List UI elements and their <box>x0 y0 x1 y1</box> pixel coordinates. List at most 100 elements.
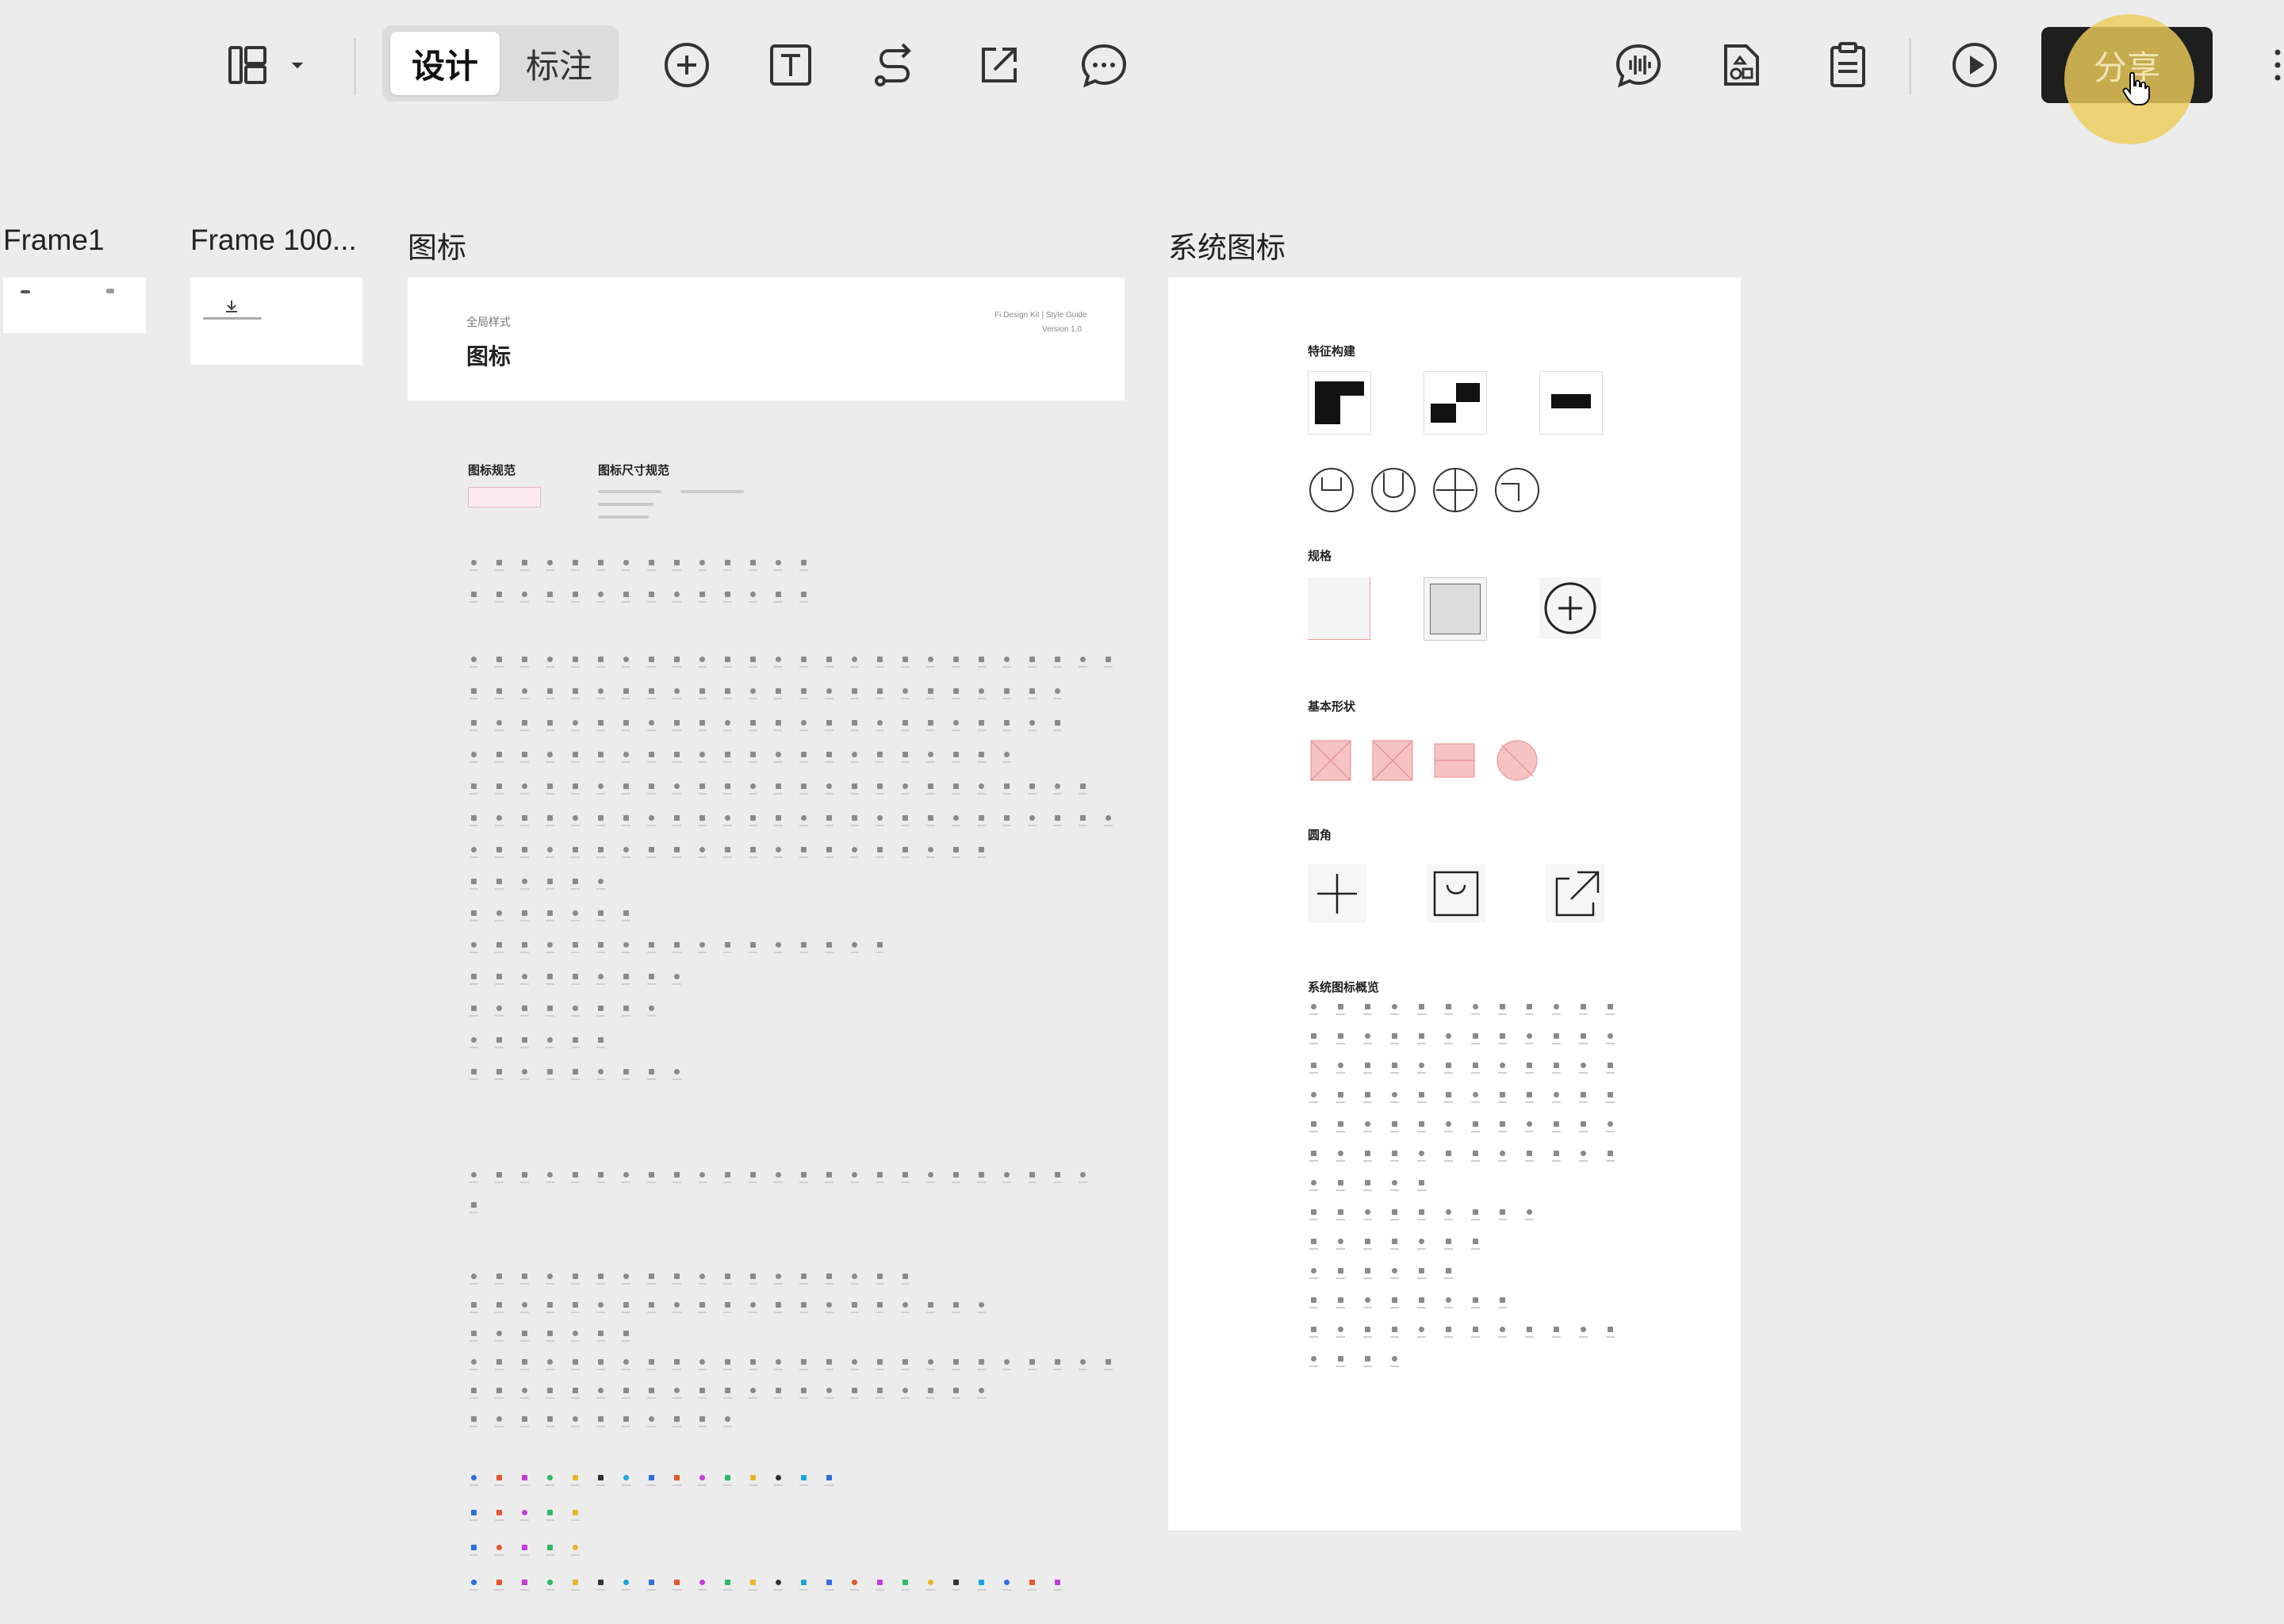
frame-thumbnail-frame100[interactable] <box>190 278 362 365</box>
mini-icon-caption <box>596 983 605 985</box>
mini-icon-caption <box>546 1589 554 1591</box>
mini-icon <box>750 1359 756 1365</box>
mini-icon <box>674 657 680 662</box>
mini-icon-caption <box>1336 1189 1345 1191</box>
mini-icon <box>1392 1356 1397 1362</box>
mini-icon-caption <box>469 569 478 571</box>
mini-icon <box>928 1172 933 1178</box>
mini-icon-caption <box>723 1397 732 1399</box>
mini-icon-caption <box>596 1182 605 1183</box>
mini-icon-caption <box>622 1484 630 1486</box>
mini-icon-caption <box>952 698 960 699</box>
assets-icon[interactable] <box>1710 32 1776 98</box>
mini-icon <box>649 1172 654 1178</box>
mini-icon <box>598 1475 604 1480</box>
mini-icon <box>801 560 807 565</box>
mini-icon <box>1338 1327 1343 1332</box>
mini-icon-caption <box>774 761 783 763</box>
mini-icon-caption <box>546 856 554 858</box>
connector-icon[interactable] <box>861 32 928 98</box>
frame-label-frame100[interactable]: Frame 100... <box>190 224 357 257</box>
icon-frame-body[interactable]: 图标规范 图标尺寸规范 <box>408 444 1125 1618</box>
text-tool-icon[interactable] <box>757 32 824 98</box>
mini-icon <box>471 1037 477 1043</box>
mini-icon-caption <box>1028 793 1037 795</box>
mini-icon-caption <box>1525 1160 1534 1162</box>
mini-icon-caption <box>825 761 834 763</box>
mini-icon <box>953 1388 959 1393</box>
frame-thumbnail-frame1[interactable] <box>3 278 146 333</box>
layout-panel-icon[interactable] <box>214 32 281 98</box>
voice-icon[interactable] <box>1605 32 1672 98</box>
mini-icon-caption <box>1552 1043 1561 1044</box>
comment-icon[interactable] <box>1071 32 1137 98</box>
mini-icon <box>902 815 908 821</box>
mini-icon <box>623 910 629 916</box>
mini-icon <box>1365 1063 1370 1068</box>
mini-icon <box>826 1475 832 1480</box>
mini-icon-caption <box>546 698 554 699</box>
frame-label-icons[interactable]: 图标 <box>408 224 466 266</box>
tab-annotate[interactable]: 标注 <box>506 32 612 95</box>
mini-icon-caption <box>1390 1336 1399 1338</box>
mini-icon <box>776 783 781 789</box>
mini-icon-caption <box>546 793 554 795</box>
mini-icon <box>725 1416 730 1422</box>
mini-icon <box>623 1416 629 1422</box>
mini-icon-caption <box>1552 1336 1561 1338</box>
mini-icon-caption <box>952 1397 960 1399</box>
share-button[interactable] <box>2041 27 2213 103</box>
icon-frame-header[interactable]: 全局样式 图标 Fi Design Kit | Style Guide Vers… <box>408 278 1125 400</box>
play-icon[interactable] <box>1941 32 2008 98</box>
mini-icon-caption <box>1606 1101 1615 1103</box>
mini-icon-caption <box>698 952 707 953</box>
mini-icon-caption <box>926 1312 935 1313</box>
mini-icon-caption <box>1363 1160 1372 1162</box>
mini-icon-caption <box>571 1397 580 1399</box>
mini-icon <box>1554 1151 1559 1156</box>
mini-icon <box>1004 1359 1010 1365</box>
chevron-down-icon[interactable] <box>274 32 321 98</box>
mini-icon-caption <box>749 569 757 571</box>
mini-icon-caption <box>571 825 580 826</box>
mini-icon-caption <box>1444 1013 1453 1015</box>
mini-icon-caption <box>698 569 707 571</box>
mini-icon-caption <box>1104 1369 1113 1370</box>
mini-icon <box>598 752 604 757</box>
more-menu-icon[interactable] <box>2268 48 2284 87</box>
mini-icon-caption <box>926 825 935 826</box>
mini-icon-caption <box>1336 1307 1345 1308</box>
frame-label-frame1[interactable]: Frame1 <box>3 224 104 257</box>
mini-icon-caption <box>520 601 529 603</box>
mini-icon-caption <box>825 1589 834 1591</box>
mini-icon <box>1500 1092 1505 1097</box>
tab-design[interactable]: 设计 <box>390 32 500 95</box>
mini-icon-caption <box>571 730 580 731</box>
add-circle-icon[interactable] <box>653 32 720 98</box>
mini-icon <box>522 974 527 979</box>
system-icons-frame[interactable]: 特征构建 规格 基本形状 圆角 系统图标概览 <box>1168 278 1741 1530</box>
mini-icon <box>1473 1004 1478 1009</box>
mini-icon-caption <box>495 569 504 571</box>
mini-icon-caption <box>1309 1013 1318 1015</box>
mini-icon-caption <box>1336 1043 1345 1044</box>
frame-label-system-icons[interactable]: 系统图标 <box>1168 224 1286 266</box>
export-icon[interactable] <box>966 32 1033 98</box>
mini-icon <box>1311 1180 1316 1185</box>
mini-icon <box>750 1274 756 1279</box>
mini-icon <box>623 1475 629 1480</box>
mini-icon <box>471 1005 477 1011</box>
mini-icon-caption <box>495 698 504 699</box>
mini-icon <box>1365 1092 1370 1097</box>
mini-icon <box>522 657 527 662</box>
mini-icon-caption <box>520 730 529 731</box>
mini-icon-caption <box>850 825 859 826</box>
mini-icon-caption <box>774 698 783 699</box>
mini-icon-caption <box>596 1426 605 1427</box>
mini-icon-caption <box>723 856 732 858</box>
mini-icon-caption <box>1309 1131 1318 1132</box>
mini-icon <box>1500 1327 1505 1332</box>
mini-icon-caption <box>723 569 732 571</box>
clipboard-icon[interactable] <box>1815 32 1881 98</box>
mini-icon-caption <box>673 1182 681 1183</box>
